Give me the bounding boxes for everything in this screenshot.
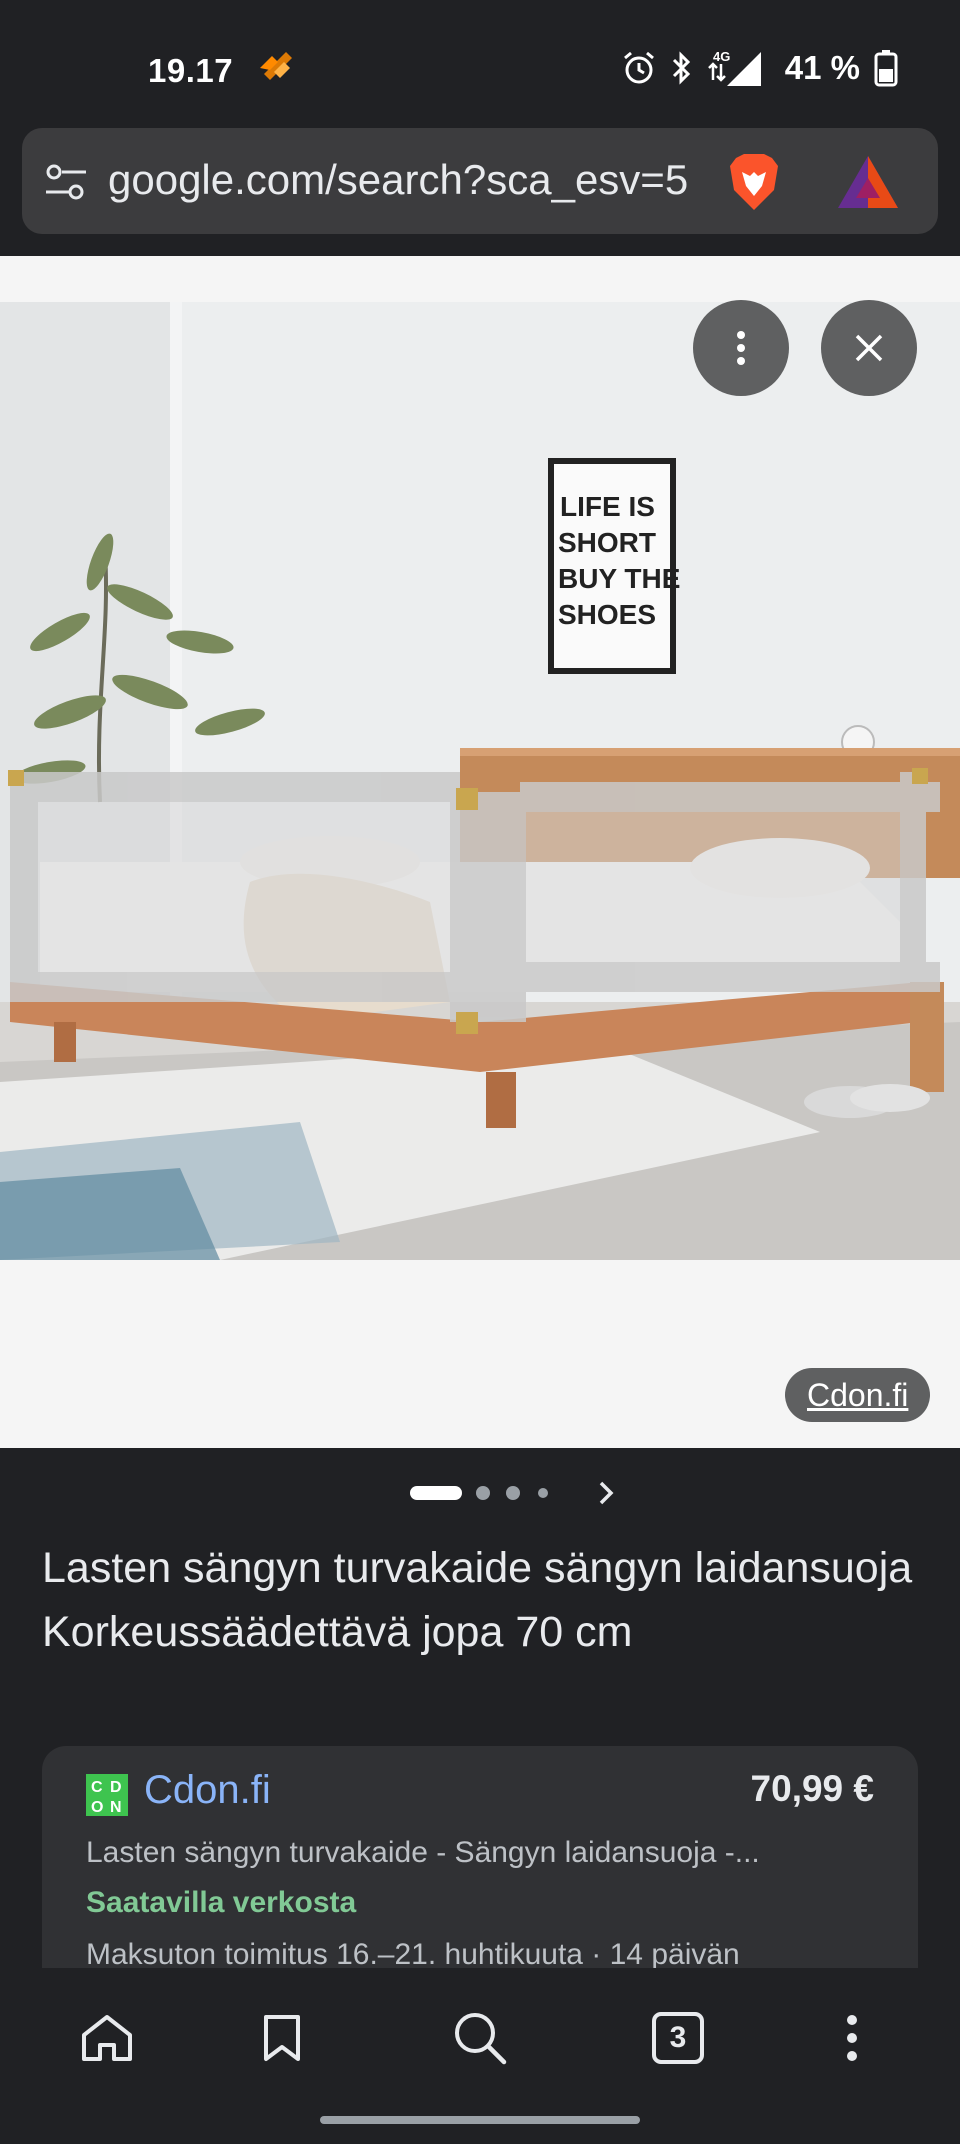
search-icon	[455, 2013, 507, 2065]
svg-text:N: N	[110, 1799, 122, 1816]
bookmark-icon	[264, 2015, 300, 2061]
image-options-button[interactable]	[693, 300, 789, 396]
more-vert-icon	[847, 2015, 857, 2061]
shopping-result-card[interactable]: CD ON Cdon.fi 70,99 € Lasten sängyn turv…	[42, 1746, 918, 1996]
product-title[interactable]: Lasten sängyn turvakaide sängyn laidansu…	[42, 1536, 922, 1664]
source-link-chip[interactable]: Cdon.fi	[785, 1368, 931, 1422]
tab-count: 3	[652, 2012, 704, 2064]
alarm-icon	[623, 51, 654, 84]
home-icon	[82, 2015, 132, 2061]
search-button[interactable]	[448, 2006, 512, 2070]
bookmarks-button[interactable]	[250, 2006, 314, 2070]
price: 70,99 €	[750, 1768, 874, 1809]
availability-status: Saatavilla verkosta	[86, 1886, 357, 1919]
carousel-dot[interactable]	[476, 1486, 490, 1500]
site-settings-icon[interactable]	[44, 162, 88, 202]
status-bar: 19.17 4G 41 %	[0, 0, 960, 128]
gesture-navigation-bar[interactable]	[320, 2116, 640, 2124]
carousel-dot[interactable]	[506, 1486, 520, 1500]
close-icon	[855, 334, 883, 362]
shipping-info: Maksuton toimitus 16.–21. huhtikuuta · 1…	[86, 1938, 740, 1971]
poster-line-1: LIFE IS	[560, 491, 655, 522]
tabs-button[interactable]: 3	[646, 2006, 710, 2070]
poster-line-3: BUY THE	[558, 563, 680, 594]
battery-percent: 41 %	[784, 49, 860, 86]
carousel-dot-active[interactable]	[410, 1486, 462, 1500]
status-time: 19.17	[148, 52, 234, 89]
browser-menu-button[interactable]	[820, 2006, 884, 2070]
product-image[interactable]: LIFE IS SHORT BUY THE SHOES	[0, 302, 960, 1260]
brave-rewards-icon[interactable]	[836, 152, 900, 212]
chevron-right-icon[interactable]	[592, 1478, 620, 1508]
close-viewer-button[interactable]	[821, 300, 917, 396]
carousel-dot[interactable]	[538, 1488, 548, 1498]
address-bar[interactable]: google.com/search?sca_esv=5	[22, 128, 938, 234]
cdon-logo-icon: CD ON	[86, 1774, 128, 1816]
result-description: Lasten sängyn turvakaide - Sängyn laidan…	[86, 1836, 760, 1869]
image-viewer: LIFE IS SHORT BUY THE SHOES Cdon.fi	[0, 256, 960, 1448]
status-icons: 4G 41 %	[621, 48, 898, 88]
poster-line-4: SHOES	[558, 599, 656, 630]
svg-text:O: O	[91, 1799, 103, 1816]
url-text[interactable]: google.com/search?sca_esv=5	[108, 156, 722, 204]
signal-4g-icon: 4G	[707, 49, 761, 86]
brave-shields-icon[interactable]	[722, 150, 786, 214]
battery-icon	[874, 50, 898, 87]
notification-app-icon	[260, 52, 292, 80]
bluetooth-icon	[672, 51, 690, 85]
carousel-indicator	[0, 1472, 960, 1512]
poster-line-2: SHORT	[558, 527, 656, 558]
more-vert-icon	[737, 331, 745, 365]
svg-text:4G: 4G	[713, 49, 730, 64]
svg-text:C: C	[91, 1779, 103, 1796]
home-button[interactable]	[75, 2006, 139, 2070]
svg-text:D: D	[110, 1779, 122, 1796]
store-name[interactable]: Cdon.fi	[144, 1768, 271, 1813]
